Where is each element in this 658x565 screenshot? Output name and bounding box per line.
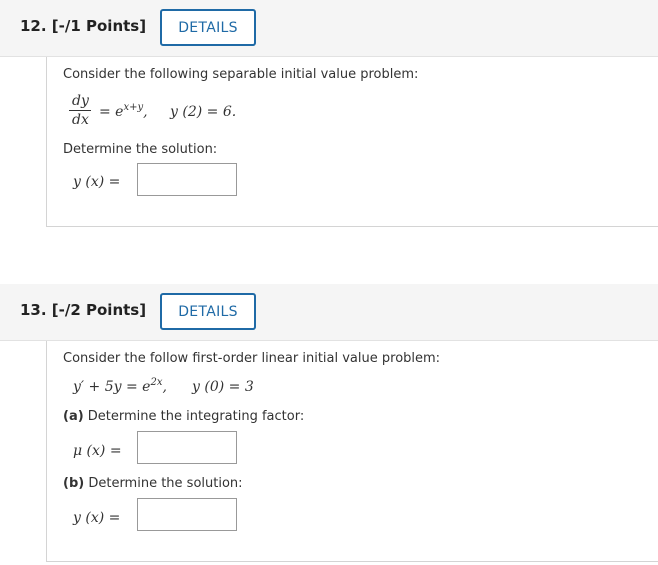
question-12-details-button[interactable]: DETAILS (160, 9, 256, 46)
question-13-details-button[interactable]: DETAILS (160, 293, 256, 330)
question-13-answer-a-label: μ (x) = (73, 443, 122, 459)
question-12-title: 12. [-/1 Points] (20, 17, 147, 35)
question-13-header: 13. [-/2 Points] DETAILS (0, 284, 658, 341)
question-12-header: 12. [-/1 Points] DETAILS (0, 0, 658, 57)
question-12-instruction: Determine the solution: (63, 142, 218, 157)
question-13-eq-comma: , (162, 379, 167, 395)
question-13-eq-exponent: 2x (150, 377, 163, 388)
question-12-prompt: Consider the following separable initial… (63, 67, 419, 82)
question-13-eq-lhs: y′ + 5y = e (73, 379, 151, 395)
question-13-part-b-tag: (b) (63, 476, 85, 491)
question-12-initial-condition: y (2) = 6. (170, 104, 237, 120)
question-13-initial-condition: y (0) = 3 (192, 379, 254, 395)
question-13-equation: y′ + 5y = e2x, (73, 377, 167, 395)
question-13-answer-b-label: y (x) = (73, 510, 121, 526)
question-12-answer-label: y (x) = (73, 174, 121, 190)
question-13-part-a-tag: (a) (63, 409, 84, 424)
question-13-part-a: (a) Determine the integrating factor: (63, 409, 304, 424)
question-12-eq-rhs-base: = e (99, 104, 124, 120)
question-13-answer-b-input[interactable] (137, 498, 237, 531)
question-13-part-b-text: Determine the solution: (84, 476, 243, 491)
question-12-body: Consider the following separable initial… (46, 57, 658, 227)
question-13-prompt: Consider the follow first-order linear i… (63, 351, 441, 366)
question-13-part-b: (b) Determine the solution: (63, 476, 243, 491)
question-13-title: 13. [-/2 Points] (20, 301, 147, 319)
question-12-derivative: dy dx (69, 93, 92, 128)
question-13-body: Consider the follow first-order linear i… (46, 341, 658, 562)
question-12-eq-comma: , (143, 104, 148, 120)
question-12-eq-denominator: dx (72, 112, 89, 128)
question-12-answer-input[interactable] (137, 163, 237, 196)
question-13-part-a-text: Determine the integrating factor: (83, 409, 305, 424)
question-13-answer-a-input[interactable] (137, 431, 237, 464)
question-12-equation-rhs: = ex+y, (99, 102, 148, 120)
question-12-eq-rhs-exponent: x+y (123, 102, 144, 113)
question-12-eq-numerator: dy (72, 93, 89, 109)
